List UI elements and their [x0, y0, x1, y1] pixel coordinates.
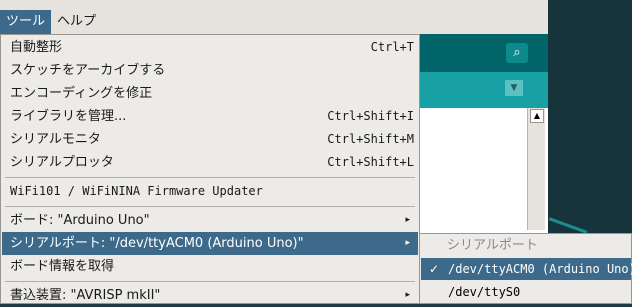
menu-item-serial-plotter[interactable]: シリアルプロッタ Ctrl+Shift+L: [2, 151, 418, 174]
menu-item-serial-port[interactable]: シリアルポート: "/dev/ttyACM0 (Arduino Uno)" ▸: [2, 232, 418, 255]
menu-item-serial-monitor[interactable]: シリアルモニタ Ctrl+Shift+M: [2, 128, 418, 151]
menu-item-board[interactable]: ボード: "Arduino Uno" ▸: [2, 209, 418, 232]
editor-scrollbar[interactable]: ▲: [527, 108, 545, 230]
menu-item-manage-libraries[interactable]: ライブラリを管理... Ctrl+Shift+I: [2, 105, 418, 128]
tab-menu-button[interactable]: ▼: [505, 80, 523, 96]
menu-item-label: スケッチをアーカイブする: [10, 63, 166, 78]
submenu-header-label: シリアルポート: [447, 238, 538, 253]
serial-monitor-button[interactable]: ⌕: [506, 43, 528, 63]
menu-item-label: WiFi101 / WiFiNINA Firmware Updater: [10, 184, 263, 198]
submenu-arrow-icon: ▸: [405, 238, 410, 248]
scroll-up-icon[interactable]: ▲: [530, 109, 544, 123]
menu-item-board-info[interactable]: ボード情報を取得: [2, 255, 418, 278]
port-option-label: /dev/ttyACM0 (Arduino Uno): [448, 262, 632, 276]
menu-separator: [5, 281, 415, 282]
menu-item-label: ボード情報を取得: [10, 259, 115, 274]
port-option-label: /dev/ttyS0: [448, 285, 521, 299]
menu-item-auto-format[interactable]: 自動整形 Ctrl+T: [2, 36, 418, 59]
menu-item-label: エンコーディングを修正: [10, 86, 153, 101]
menu-item-shortcut: Ctrl+Shift+I: [327, 109, 414, 123]
menu-item-label: シリアルモニタ: [10, 132, 101, 147]
port-option-ttyacm0[interactable]: ✓ /dev/ttyACM0 (Arduino Uno): [421, 258, 632, 280]
title-strip: [0, 0, 548, 10]
check-icon: ✓: [429, 262, 440, 276]
menu-item-shortcut: Ctrl+Shift+L: [327, 155, 414, 169]
serial-port-submenu: シリアルポート ✓ /dev/ttyACM0 (Arduino Uno) /de…: [419, 233, 632, 304]
tools-menu: 自動整形 Ctrl+T スケッチをアーカイブする エンコーディングを修正 ライブ…: [0, 34, 420, 304]
menu-help[interactable]: ヘルプ: [51, 10, 102, 34]
port-option-ttys0[interactable]: /dev/ttyS0: [421, 281, 631, 303]
menu-item-archive-sketch[interactable]: スケッチをアーカイブする: [2, 59, 418, 82]
menu-separator: [5, 177, 415, 178]
menu-item-label: 自動整形: [10, 40, 63, 55]
menu-item-shortcut: Ctrl+T: [370, 40, 414, 54]
submenu-header: シリアルポート: [421, 235, 631, 257]
menu-item-firmware-updater[interactable]: WiFi101 / WiFiNINA Firmware Updater: [2, 180, 418, 203]
menu-separator: [5, 206, 415, 207]
magnifier-icon: ⌕: [513, 45, 521, 60]
menu-item-shortcut: Ctrl+Shift+M: [327, 132, 414, 146]
menu-item-label: シリアルプロッタ: [10, 155, 114, 170]
menu-item-label: ボード: "Arduino Uno": [10, 213, 150, 228]
menu-tools[interactable]: ツール: [0, 10, 52, 34]
submenu-arrow-icon: ▸: [405, 215, 410, 225]
triangle-down-icon: ▼: [510, 83, 518, 93]
menubar-items: ツール ヘルプ: [0, 10, 102, 34]
menu-item-label: ライブラリを管理...: [10, 109, 127, 124]
menu-item-fix-encoding[interactable]: エンコーディングを修正: [2, 82, 418, 105]
menu-item-label: シリアルポート: "/dev/ttyACM0 (Arduino Uno)": [10, 236, 304, 251]
